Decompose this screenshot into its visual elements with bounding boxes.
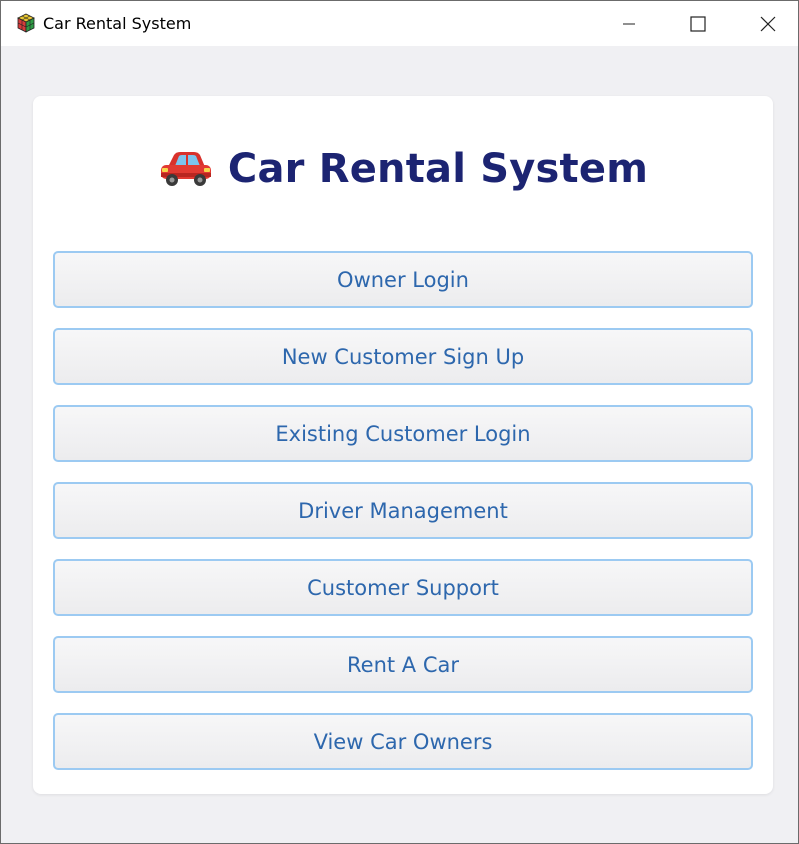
window-content: Car Rental System Owner Login New Custom…	[1, 46, 798, 843]
driver-management-button[interactable]: Driver Management	[53, 482, 753, 539]
car-icon	[160, 152, 211, 186]
close-icon	[760, 16, 776, 31]
maximize-button[interactable]	[675, 1, 721, 46]
owner-login-button[interactable]: Owner Login	[53, 251, 753, 308]
app-window: Car Rental System Car Rental System Owne…	[0, 0, 799, 844]
close-button[interactable]	[745, 1, 791, 46]
maximize-icon	[690, 15, 706, 32]
view-car-owners-button[interactable]: View Car Owners	[53, 713, 753, 770]
minimize-button[interactable]	[606, 1, 652, 46]
main-card: Car Rental System Owner Login New Custom…	[33, 96, 773, 794]
new-customer-sign-up-button[interactable]: New Customer Sign Up	[53, 328, 753, 385]
page-title: Car Rental System	[227, 146, 649, 192]
rent-a-car-button[interactable]: Rent A Car	[53, 636, 753, 693]
customer-support-button[interactable]: Customer Support	[53, 559, 753, 616]
page-heading: Car Rental System	[33, 144, 773, 194]
existing-customer-login-button[interactable]: Existing Customer Login	[53, 405, 753, 462]
window-title: Car Rental System	[43, 14, 192, 33]
minimize-icon	[623, 23, 635, 24]
title-bar[interactable]: Car Rental System	[1, 1, 798, 46]
rubiks-cube-icon	[17, 13, 35, 33]
